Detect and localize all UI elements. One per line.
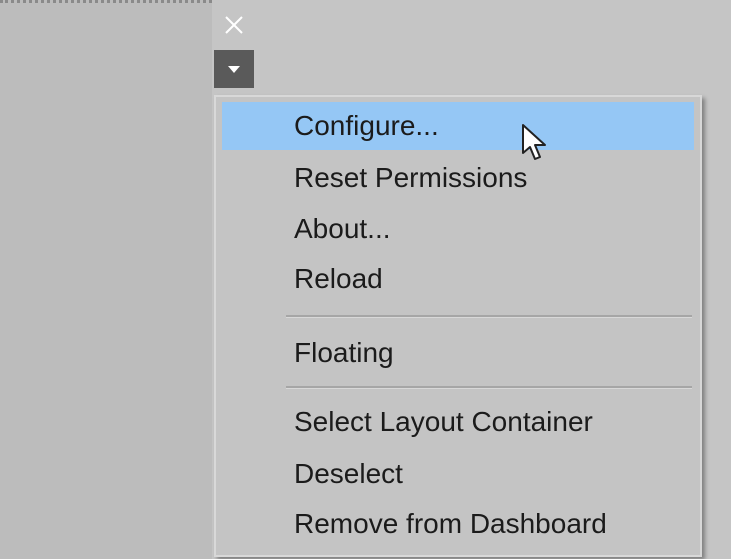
menu-item-about[interactable]: About... [222,205,694,253]
close-button[interactable] [214,5,254,45]
menu-item-deselect[interactable]: Deselect [222,450,694,498]
menu-item-configure[interactable]: Configure... [222,102,694,150]
menu-item-select-layout-container[interactable]: Select Layout Container [222,398,694,446]
chevron-down-icon [228,66,240,73]
menu-item-reload[interactable]: Reload [222,255,694,303]
close-icon [225,16,243,34]
context-menu: Configure... Reset Permissions About... … [214,95,702,557]
menu-separator [286,386,692,389]
mouse-pointer-icon [522,124,546,160]
menu-separator [286,315,692,318]
more-options-button[interactable] [214,50,254,88]
dashboard-canvas: Configure... Reset Permissions About... … [0,0,731,559]
dashboard-object[interactable] [0,0,212,559]
menu-item-remove-from-dashboard[interactable]: Remove from Dashboard [222,500,694,548]
menu-item-floating[interactable]: Floating [222,329,694,377]
menu-item-reset-permissions[interactable]: Reset Permissions [222,154,694,202]
